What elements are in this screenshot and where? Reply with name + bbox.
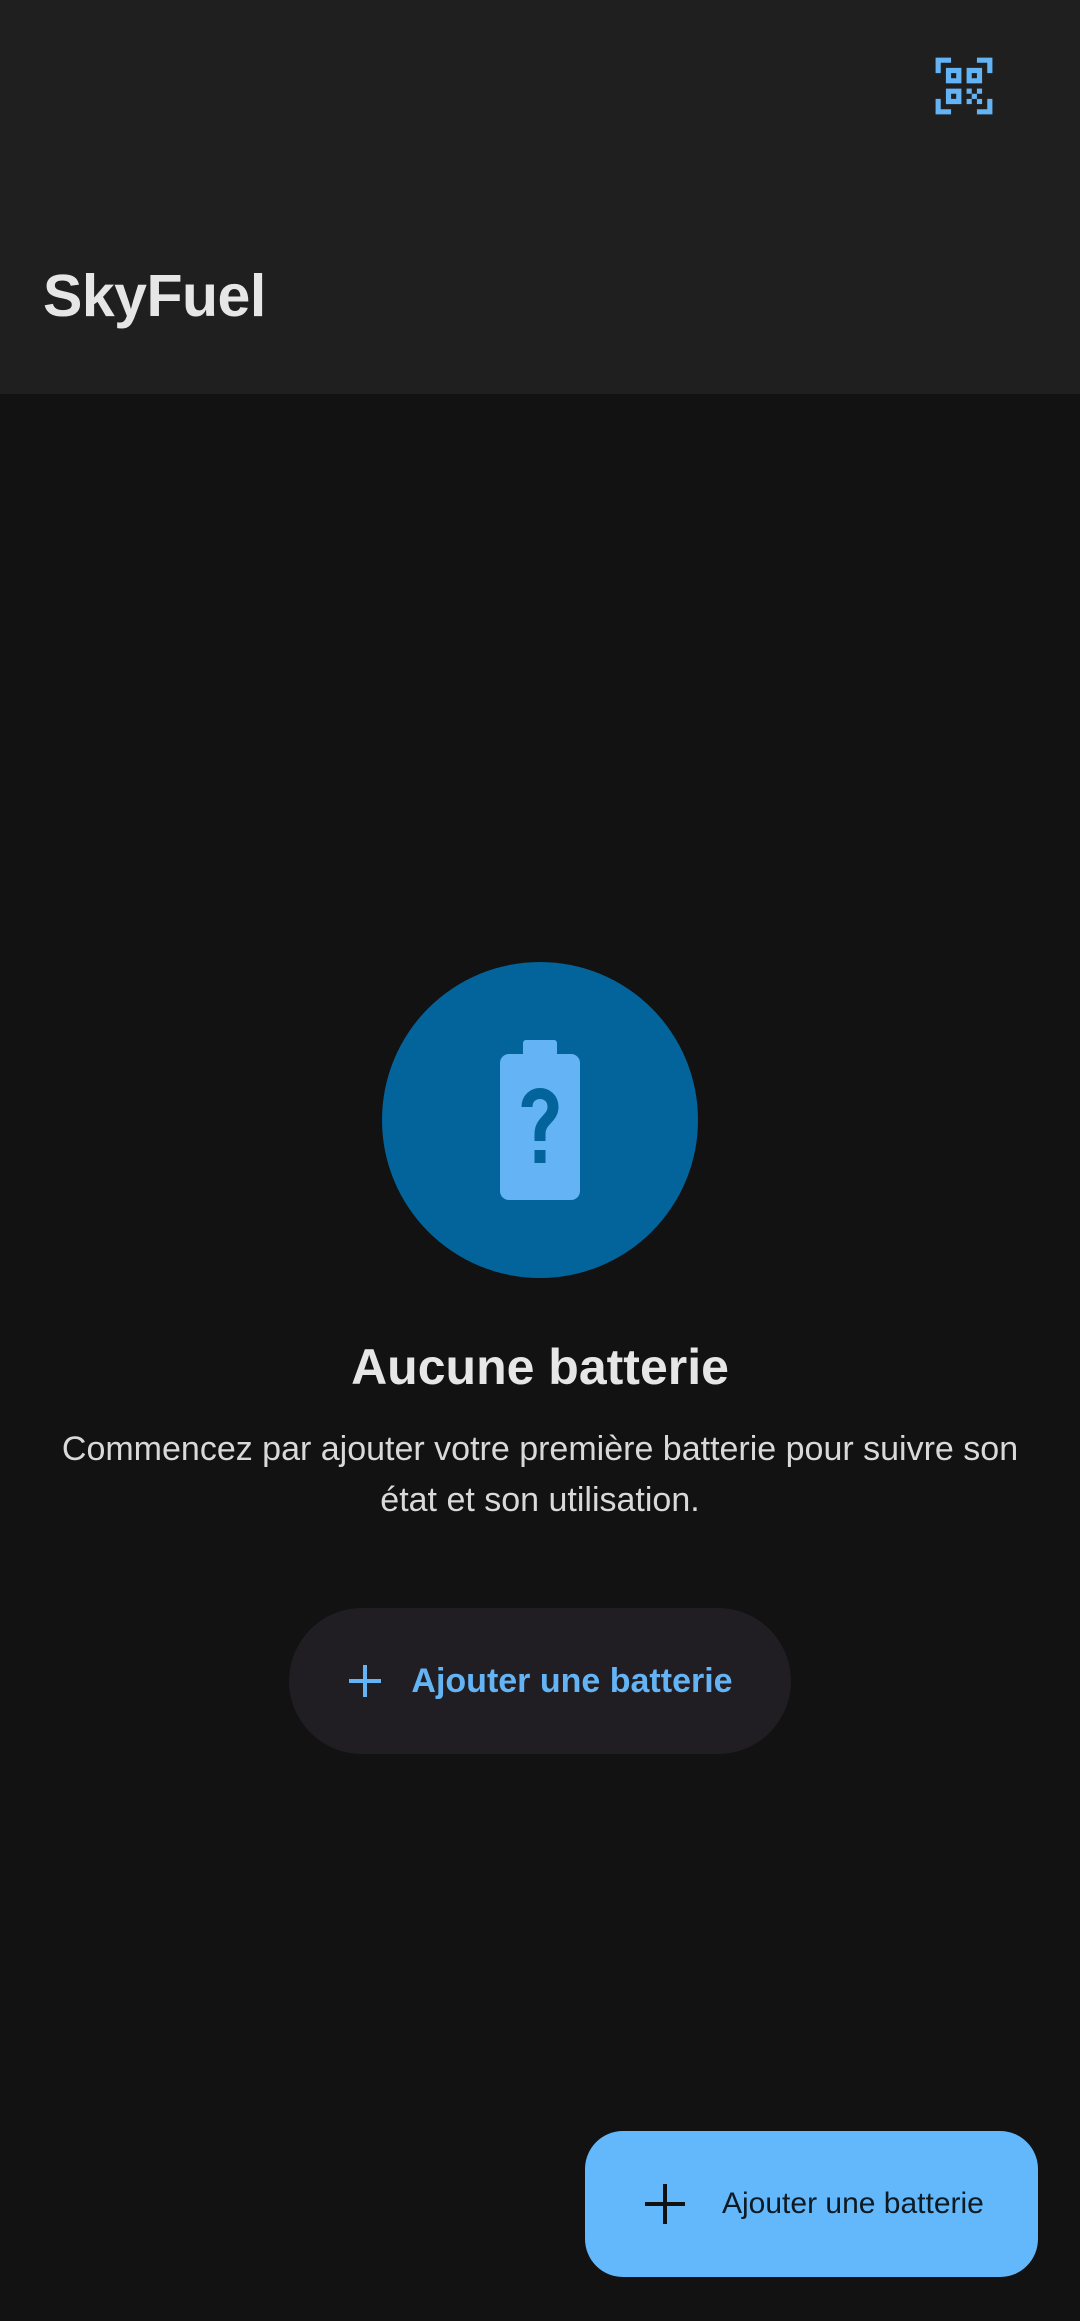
plus-icon <box>645 2184 685 2224</box>
qr-scan-button[interactable] <box>914 36 1014 136</box>
empty-state-description: Commencez par ajouter votre première bat… <box>61 1430 1019 1519</box>
empty-state-icon-circle <box>382 962 698 1278</box>
app-title: SkyFuel <box>43 263 266 329</box>
qr-code-scanner-icon <box>935 57 993 115</box>
add-battery-button-label: Ajouter une batterie <box>411 1661 733 1700</box>
empty-state-title: Aucune batterie <box>351 1339 729 1395</box>
add-battery-fab[interactable]: Ajouter une batterie <box>585 2131 1038 2277</box>
app-bar: SkyFuel <box>0 0 1080 394</box>
battery-list-screen: SkyFuel Aucune batterie Commencez par aj… <box>0 0 1080 2321</box>
empty-state: Aucune batterie Commencez par ajouter vo… <box>0 962 1080 1754</box>
battery-unknown-icon <box>500 1040 580 1200</box>
add-battery-button[interactable]: Ajouter une batterie <box>289 1608 791 1754</box>
plus-icon <box>349 1665 382 1697</box>
fab-label: Ajouter une batterie <box>722 2187 984 2220</box>
